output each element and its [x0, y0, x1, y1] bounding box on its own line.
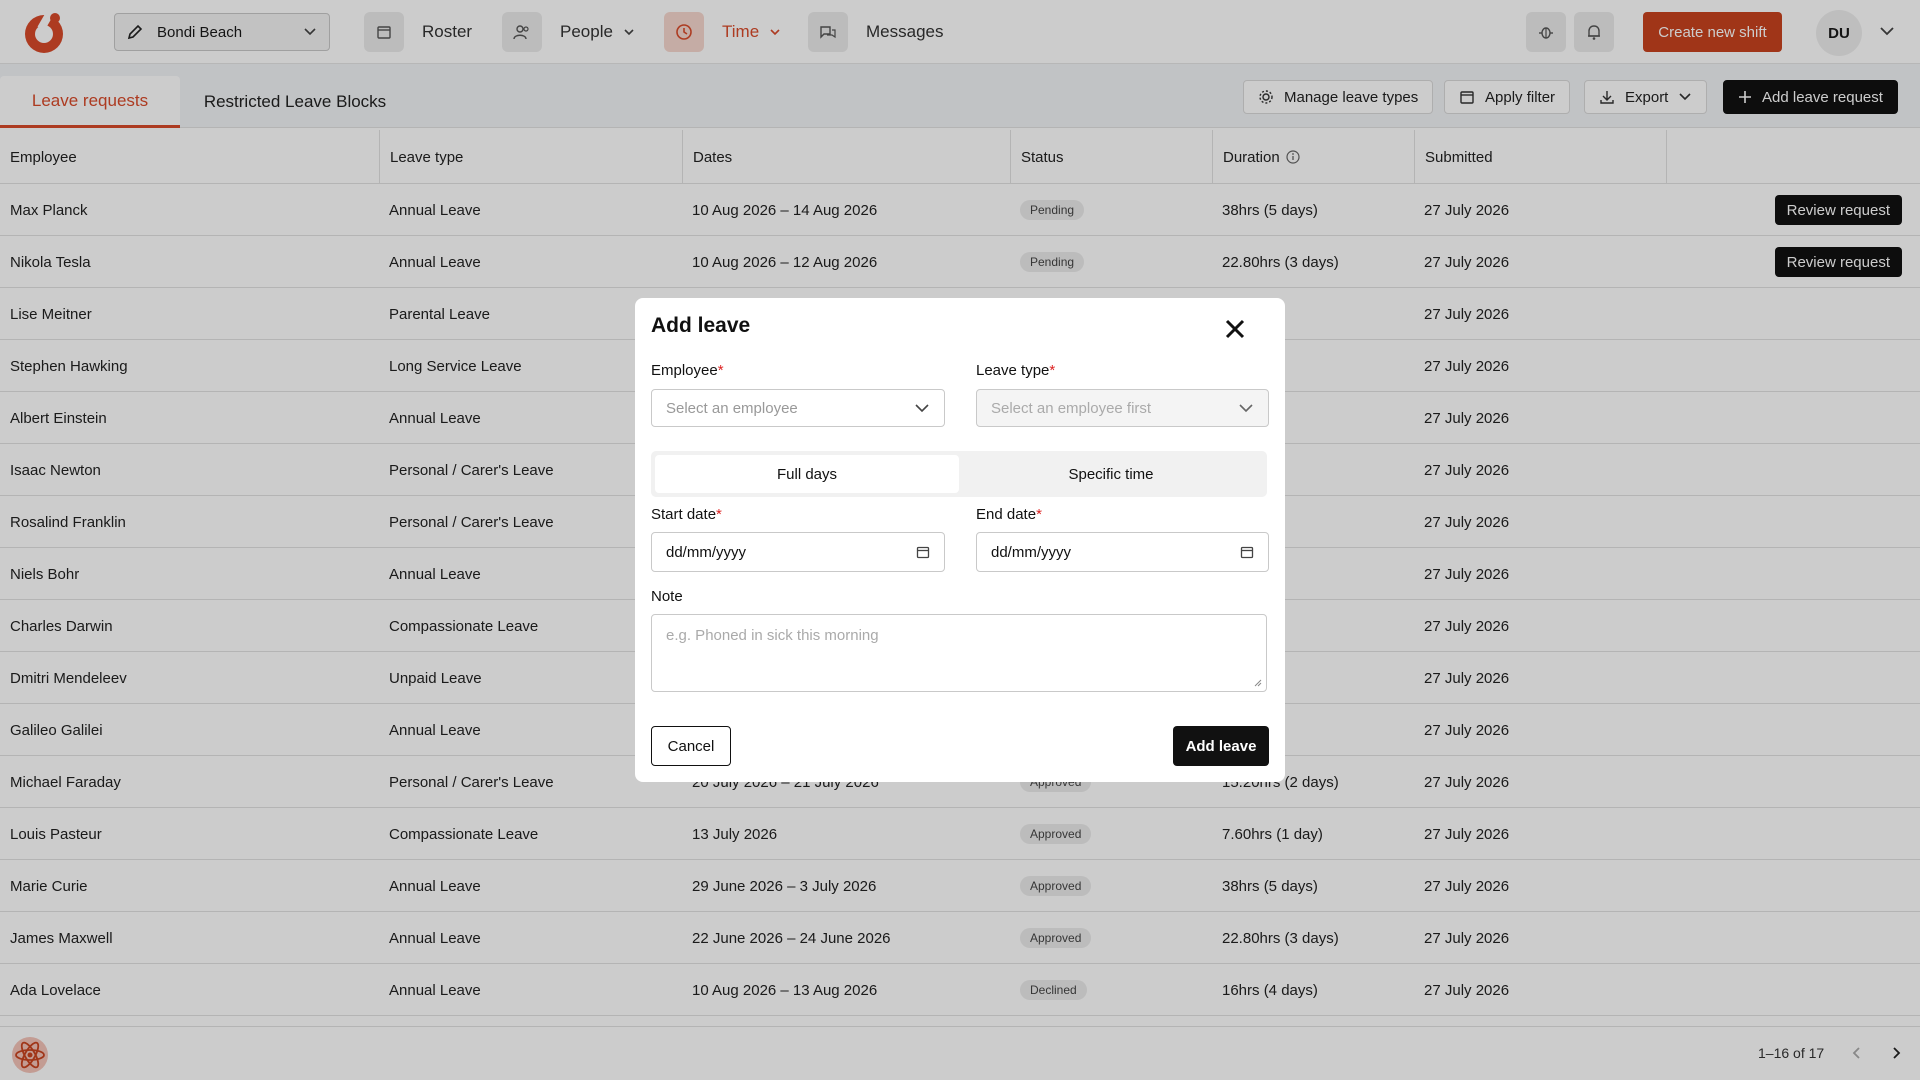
- required-marker: *: [1036, 506, 1042, 523]
- employee-field-label: Employee*: [651, 362, 724, 379]
- add-leave-button[interactable]: Add leave: [1173, 726, 1269, 766]
- add-leave-modal: Add leave Employee* Select an employee L…: [635, 298, 1285, 782]
- required-marker: *: [717, 362, 724, 379]
- close-icon[interactable]: [1222, 316, 1248, 342]
- chevron-down-icon: [1239, 404, 1253, 413]
- specific-time-option[interactable]: Specific time: [959, 455, 1263, 493]
- chevron-down-icon: [915, 404, 929, 413]
- cancel-button[interactable]: Cancel: [651, 726, 731, 766]
- end-date-input[interactable]: dd/mm/yyyy: [976, 532, 1269, 572]
- end-date-field-label: End date*: [976, 506, 1042, 523]
- end-date-label-text: End date: [976, 506, 1037, 523]
- start-date-field-label: Start date*: [651, 506, 722, 523]
- start-date-input[interactable]: dd/mm/yyyy: [651, 532, 945, 572]
- note-field-label: Note: [651, 588, 683, 605]
- employee-select-placeholder: Select an employee: [666, 399, 798, 417]
- note-placeholder: e.g. Phoned in sick this morning: [666, 627, 879, 644]
- start-date-placeholder: dd/mm/yyyy: [666, 543, 747, 561]
- end-date-placeholder: dd/mm/yyyy: [991, 543, 1072, 561]
- resize-handle-icon[interactable]: [1252, 677, 1262, 687]
- duration-mode-toggle: Full days Specific time: [651, 451, 1267, 497]
- note-textarea[interactable]: e.g. Phoned in sick this morning: [651, 614, 1267, 692]
- modal-title: Add leave: [651, 314, 751, 337]
- required-marker: *: [716, 506, 722, 523]
- required-marker: *: [1049, 362, 1056, 379]
- leave-type-select[interactable]: Select an employee first: [976, 389, 1269, 427]
- leave-type-field-label: Leave type*: [976, 362, 1055, 379]
- employee-label-text: Employee: [651, 362, 718, 379]
- calendar-icon[interactable]: [1240, 545, 1254, 559]
- employee-select[interactable]: Select an employee: [651, 389, 945, 427]
- full-days-option[interactable]: Full days: [655, 455, 959, 493]
- leave-type-select-placeholder: Select an employee first: [991, 399, 1152, 417]
- start-date-label-text: Start date: [651, 506, 717, 523]
- calendar-icon[interactable]: [916, 545, 930, 559]
- leave-type-label-text: Leave type: [976, 362, 1050, 379]
